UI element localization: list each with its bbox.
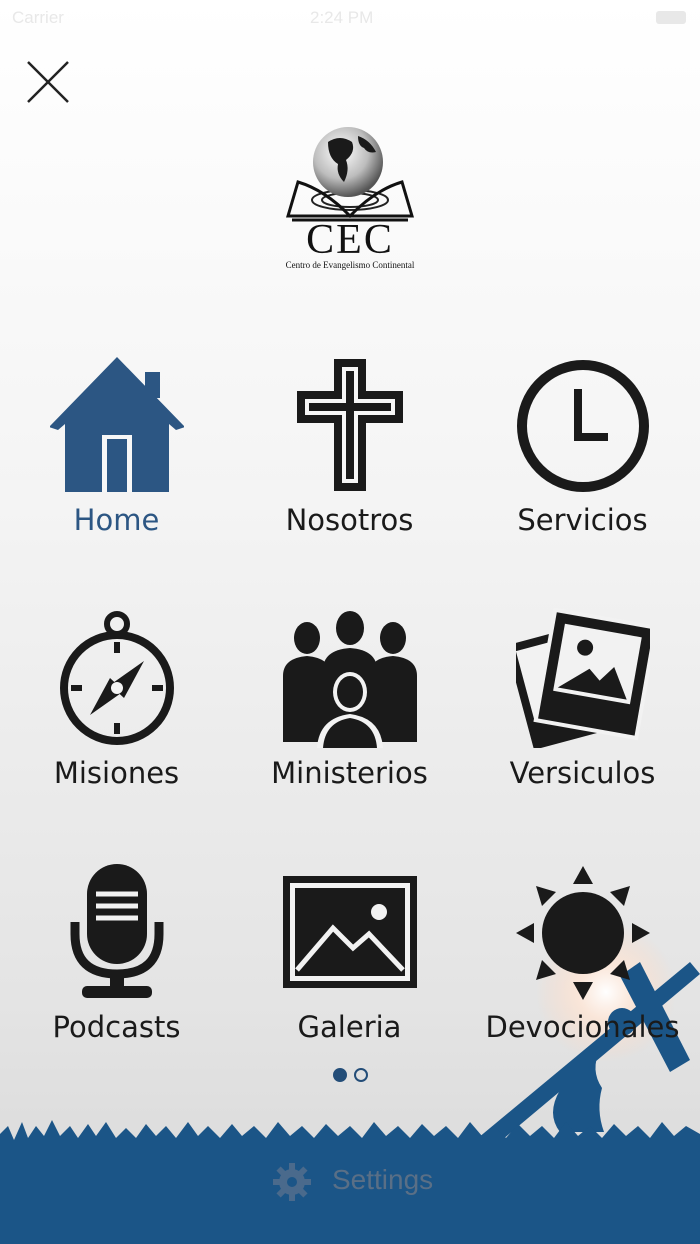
settings-button[interactable]: Settings [270, 1160, 440, 1204]
menu-item-nosotros[interactable]: Nosotros [233, 355, 466, 555]
menu-item-servicios[interactable]: Servicios [466, 355, 699, 555]
menu-item-ministerios[interactable]: Ministerios [233, 608, 466, 808]
menu-item-devocionales[interactable]: Devocionales [466, 862, 699, 1062]
close-icon [27, 61, 69, 103]
compass-icon [60, 611, 174, 745]
cross-icon [297, 359, 403, 491]
page-dot-active[interactable] [333, 1068, 347, 1082]
close-button[interactable] [24, 58, 72, 106]
gear-icon [273, 1163, 311, 1201]
people-icon [283, 611, 417, 748]
sun-icon [516, 866, 650, 1000]
logo-text: CEC [306, 217, 394, 263]
menu-label-servicios: Servicios [517, 503, 648, 537]
battery-icon [656, 11, 686, 24]
church-logo: CEC Centro de Evangelismo Continental [280, 124, 420, 274]
house-icon [50, 357, 184, 492]
status-time: 2:24 PM [310, 8, 374, 27]
menu-label-ministerios: Ministerios [271, 756, 428, 790]
clock-icon [517, 360, 649, 492]
menu-item-misiones[interactable]: Misiones [0, 608, 233, 808]
menu-label-versiculos: Versiculos [509, 756, 656, 790]
menu-label-nosotros: Nosotros [285, 503, 414, 537]
page-indicator[interactable] [333, 1067, 373, 1083]
page-dot[interactable] [354, 1068, 368, 1082]
photos-icon [516, 608, 650, 748]
menu-item-home[interactable]: Home [0, 355, 233, 555]
carrier-label: Carrier [12, 8, 64, 27]
menu-label-home: Home [73, 503, 160, 537]
menu-item-versiculos[interactable]: Versiculos [466, 608, 699, 808]
status-bar: Carrier 2:24 PM [0, 0, 700, 36]
settings-label: Settings [332, 1164, 434, 1195]
menu-label-devocionales: Devocionales [485, 1010, 680, 1044]
menu-label-misiones: Misiones [53, 756, 180, 790]
logo-subtitle: Centro de Evangelismo Continental [285, 260, 415, 270]
